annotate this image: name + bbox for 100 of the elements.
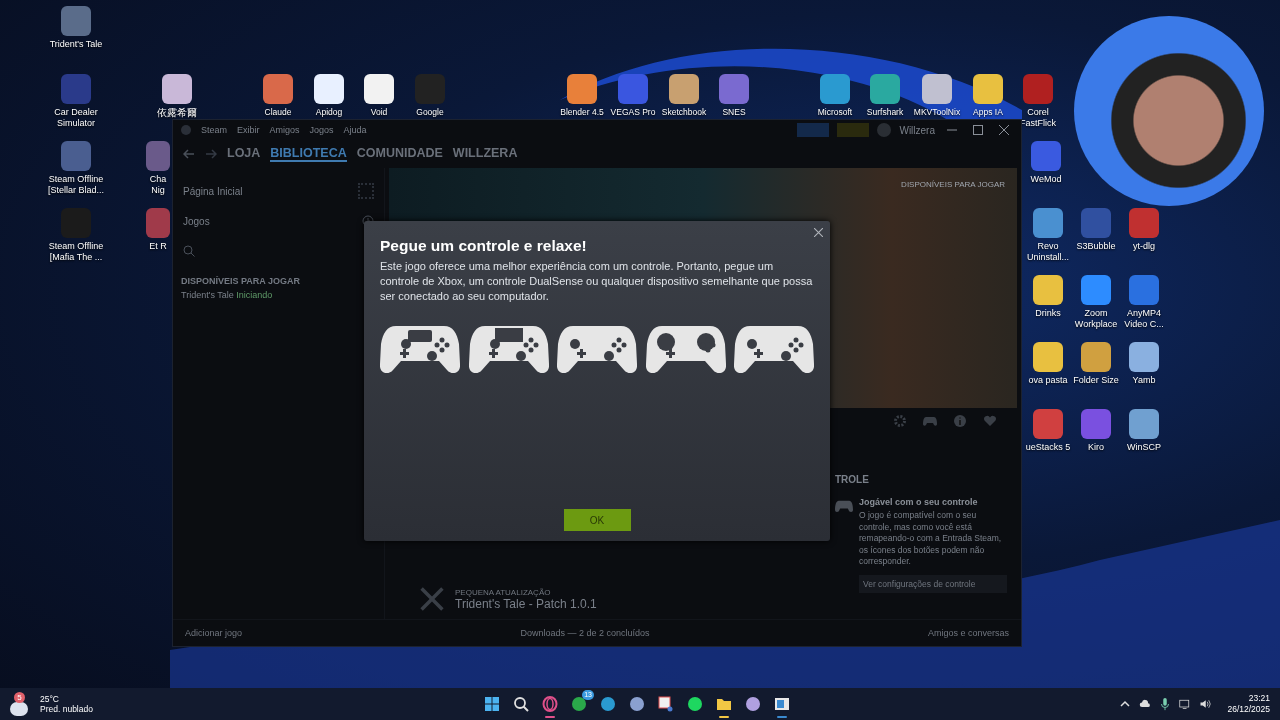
update-label: PEQUENA ATUALIZAÇÃO	[455, 587, 552, 597]
nav-tab[interactable]: COMUNIDADE	[356, 146, 443, 162]
desktop-shortcut[interactable]: Apps IA	[963, 74, 1013, 118]
friends-chat-button[interactable]: Amigos e conversas	[927, 628, 1009, 638]
app-icon	[629, 696, 645, 712]
desktop-shortcut[interactable]: AnyMP4 Video C...	[1120, 275, 1168, 330]
ring-icon	[542, 696, 558, 712]
menu-item[interactable]: Steam	[201, 125, 227, 135]
desktop-shortcut[interactable]: S3Bubble	[1072, 208, 1120, 252]
desktop-shortcut[interactable]: ueStacks 5	[1024, 409, 1072, 453]
app-icon	[719, 74, 749, 104]
desktop-shortcut[interactable]: Kiro	[1072, 409, 1120, 453]
desktop-shortcut[interactable]: 依露希爾	[142, 74, 212, 118]
desktop-shortcut[interactable]: Blender 4.5	[557, 74, 607, 118]
app-icon	[618, 74, 648, 104]
app-icon	[1129, 342, 1159, 372]
app-icon	[1129, 208, 1159, 238]
app-icon	[61, 6, 91, 36]
dialog-title: Pegue um controle e relaxe!	[380, 237, 588, 255]
app-icon	[1023, 74, 1053, 104]
app-icon	[1081, 409, 1111, 439]
clock[interactable]: 23:21 26/12/2025	[1227, 693, 1270, 715]
desktop-shortcut[interactable]: VEGAS Pro	[608, 74, 658, 118]
desktop-shortcut[interactable]: Sketchbook	[659, 74, 709, 118]
desktop-shortcut[interactable]: Surfshark	[860, 74, 910, 118]
app-icon	[1031, 141, 1061, 171]
app-icon	[162, 74, 192, 104]
search-icon	[513, 696, 529, 712]
menu-item[interactable]: Jogos	[309, 125, 334, 135]
app-icon	[1081, 275, 1111, 305]
notification-badge: 5	[14, 692, 25, 703]
dialog-message: Este jogo oferece uma melhor experiência com um controle. Portanto, pegue um controle de Xbox, um controle DualSense ou qualquer dispositivo semelhante que possa ser conectado ao seu computador.	[380, 259, 814, 304]
desktop-shortcut[interactable]: ova pasta	[1024, 342, 1072, 386]
menu-item[interactable]: Amigos	[269, 125, 300, 135]
desktop-shortcut[interactable]: Cha Nig	[146, 141, 170, 196]
volume-icon[interactable]	[1199, 697, 1212, 711]
add-game-button[interactable]: Adicionar jogo	[185, 628, 243, 638]
desktop-shortcut[interactable]: Steam Offline [Stellar Blad...	[41, 141, 111, 196]
desktop-shortcut[interactable]: Car Dealer Simulator	[41, 74, 111, 129]
desktop-shortcut[interactable]: Yamb	[1120, 342, 1168, 386]
desktop-shortcut[interactable]: Claude	[253, 74, 303, 118]
desktop-shortcut[interactable]: Et R	[146, 208, 170, 252]
desktop-shortcut[interactable]: Apidog	[304, 74, 354, 118]
app-icon	[1033, 275, 1063, 305]
maximize-icon[interactable]	[973, 125, 983, 135]
ok-button[interactable]: OK	[563, 509, 631, 531]
app-icon	[1129, 275, 1159, 305]
app-icon	[745, 696, 761, 712]
desktop-shortcut[interactable]: Folder Size	[1072, 342, 1120, 386]
avatar-icon	[877, 123, 892, 137]
desktop-shortcut[interactable]: Corel FastFlick	[1014, 74, 1062, 129]
app-icon	[1081, 342, 1111, 372]
home-link[interactable]: Página Inicial	[183, 185, 243, 197]
desktop-shortcut[interactable]: SNES	[709, 74, 759, 118]
close-icon[interactable]	[814, 228, 823, 237]
desktop-shortcut[interactable]: WeMod	[1022, 141, 1070, 185]
app-icon	[973, 74, 1003, 104]
app-icon	[364, 74, 394, 104]
windows-logo-icon	[484, 696, 500, 712]
nav-tab[interactable]: LOJA	[227, 146, 261, 162]
menu-item[interactable]: Ajuda	[343, 125, 367, 135]
controller-title: Jogável com o seu controle	[859, 497, 979, 507]
menu-item[interactable]: Exibir	[237, 125, 260, 135]
desktop-shortcut[interactable]: yt-dlg	[1120, 208, 1168, 252]
microphone-icon[interactable]	[1159, 697, 1172, 711]
app-icon	[922, 74, 952, 104]
controller-description: O jogo é compatível com o seu controle, mas como você está remapeando-o com a Entrada Steam, os ícones dos botões podem não corresponder.	[859, 510, 1003, 568]
desktop-shortcut[interactable]: Microsoft	[810, 74, 860, 118]
nav-tab[interactable]: BIBLIOTECA	[270, 146, 347, 162]
app-icon	[571, 696, 587, 712]
app-icon	[146, 141, 170, 171]
user-menu[interactable]: Willzera	[899, 124, 935, 136]
close-icon[interactable]	[999, 125, 1009, 135]
desktop-shortcut[interactable]: MKVToolNix	[912, 74, 962, 118]
desktop-shortcut[interactable]: WinSCP	[1120, 409, 1168, 453]
update-card[interactable]: PEQUENA ATUALIZAÇÃO Trident's Tale - Patch 1.0.1	[399, 579, 799, 619]
section-heading: TROLE	[835, 474, 870, 485]
app-icon	[61, 141, 91, 171]
app-icon	[600, 696, 616, 712]
app-icon	[1033, 208, 1063, 238]
desktop-shortcut[interactable]: Revo Uninstall...	[1024, 208, 1072, 263]
downloads-button[interactable]: Downloads — 2 de 2 concluídos	[520, 628, 650, 638]
desktop-shortcut[interactable]: Steam Offline [Mafia The ...	[41, 208, 111, 263]
temperature: 25°C	[40, 694, 60, 704]
game-list-item[interactable]: Trident's Tale Iniciando	[181, 290, 376, 300]
filter-dropdown[interactable]: Jogos	[183, 215, 210, 227]
network-icon[interactable]	[1179, 697, 1192, 711]
controller-settings-button[interactable]: Ver configurações de controle	[859, 574, 1007, 593]
desktop-shortcut[interactable]: Void	[354, 74, 404, 118]
desktop-shortcut[interactable]: Zoom Workplace	[1072, 275, 1120, 330]
desktop-shortcut[interactable]: Drinks	[1024, 275, 1072, 319]
weather-cloud-icon[interactable]	[10, 702, 28, 716]
desktop-shortcut[interactable]: Trident's Tale	[41, 6, 111, 50]
app-icon	[870, 74, 900, 104]
update-title: Trident's Tale - Patch 1.0.1	[455, 596, 597, 611]
app-icon	[61, 74, 91, 104]
nav-tab[interactable]: WILLZERA	[452, 146, 518, 162]
desktop-shortcut[interactable]: Google	[405, 74, 455, 118]
app-icon	[687, 696, 703, 712]
folder-icon	[716, 696, 732, 712]
